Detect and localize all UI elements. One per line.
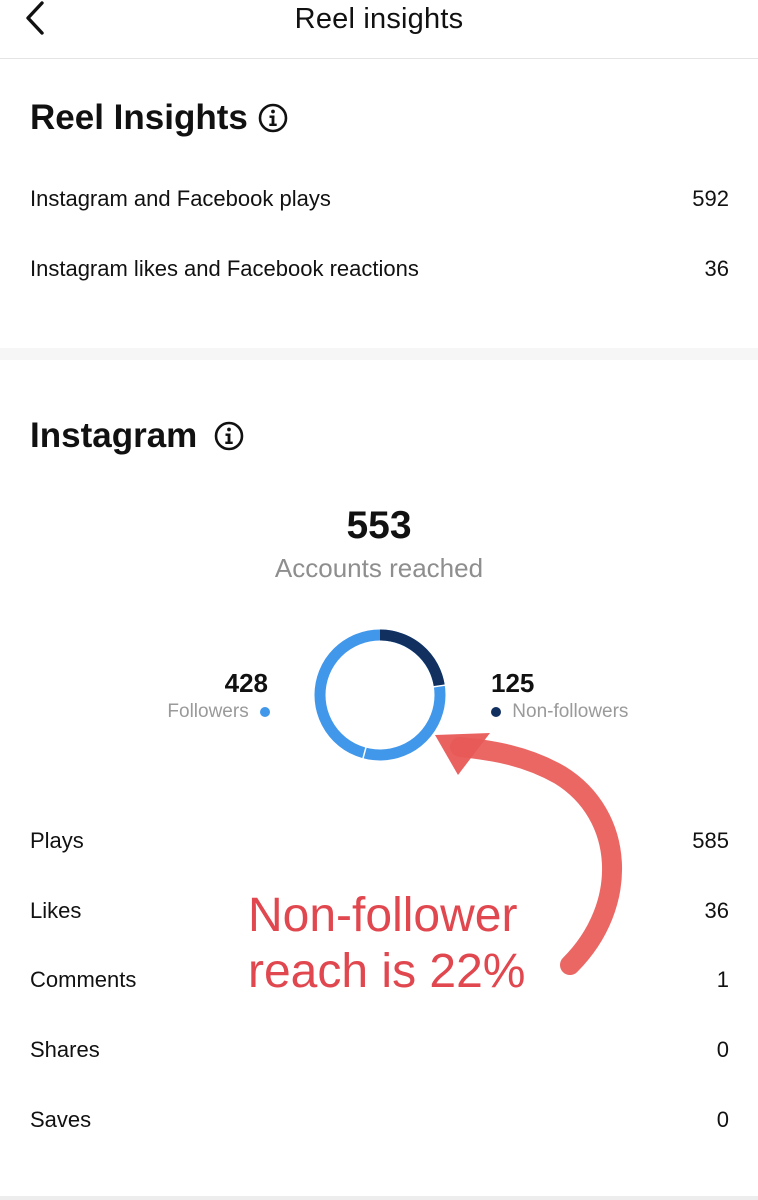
followers-legend: Followers — [167, 700, 270, 724]
followers-count: 428 — [224, 668, 268, 698]
bottom-divider — [0, 1196, 758, 1200]
followers-dot-icon — [260, 706, 270, 717]
info-icon — [258, 103, 288, 133]
reel-insights-info-button[interactable] — [257, 102, 289, 134]
annotation-text: Non-follower reach is 22% — [248, 888, 525, 1000]
top-bar: Reel insights — [0, 0, 758, 59]
instagram-heading: Instagram — [30, 416, 198, 455]
plays-value: 585 — [692, 828, 729, 853]
saves-label: Saves — [30, 1107, 92, 1132]
accounts-reached-label: Accounts reached — [274, 553, 484, 583]
non-followers-legend: Non-followers — [491, 700, 628, 724]
shares-label: Shares — [30, 1037, 100, 1062]
info-icon — [214, 421, 244, 451]
non-followers-count: 125 — [491, 668, 535, 698]
plays-label: Plays — [30, 828, 84, 853]
reel-insights-heading: Reel Insights — [30, 98, 248, 137]
ig-fb-plays-value: 592 — [692, 186, 729, 211]
non-followers-label: Non-followers — [512, 701, 629, 722]
ig-likes-fb-reactions-value: 36 — [704, 256, 729, 281]
page-title: Reel insights — [294, 3, 464, 35]
annotation-line-2: reach is 22% — [248, 945, 526, 998]
instagram-info-button[interactable] — [213, 420, 245, 452]
section-divider — [0, 348, 758, 360]
non-followers-dot-icon — [491, 706, 501, 717]
shares-value: 0 — [716, 1037, 729, 1062]
annotation-line-1: Non-follower — [248, 889, 518, 942]
likes-value: 36 — [704, 898, 729, 923]
ig-likes-fb-reactions-label: Instagram likes and Facebook reactions — [30, 256, 419, 281]
followers-label: Followers — [167, 701, 249, 722]
ig-fb-plays-label: Instagram and Facebook plays — [30, 186, 331, 211]
comments-value: 1 — [716, 967, 729, 992]
reach-donut-chart — [314, 629, 447, 761]
likes-label: Likes — [30, 898, 82, 923]
saves-value: 0 — [716, 1107, 729, 1132]
comments-label: Comments — [30, 967, 137, 992]
accounts-reached-value: 553 — [346, 504, 412, 547]
